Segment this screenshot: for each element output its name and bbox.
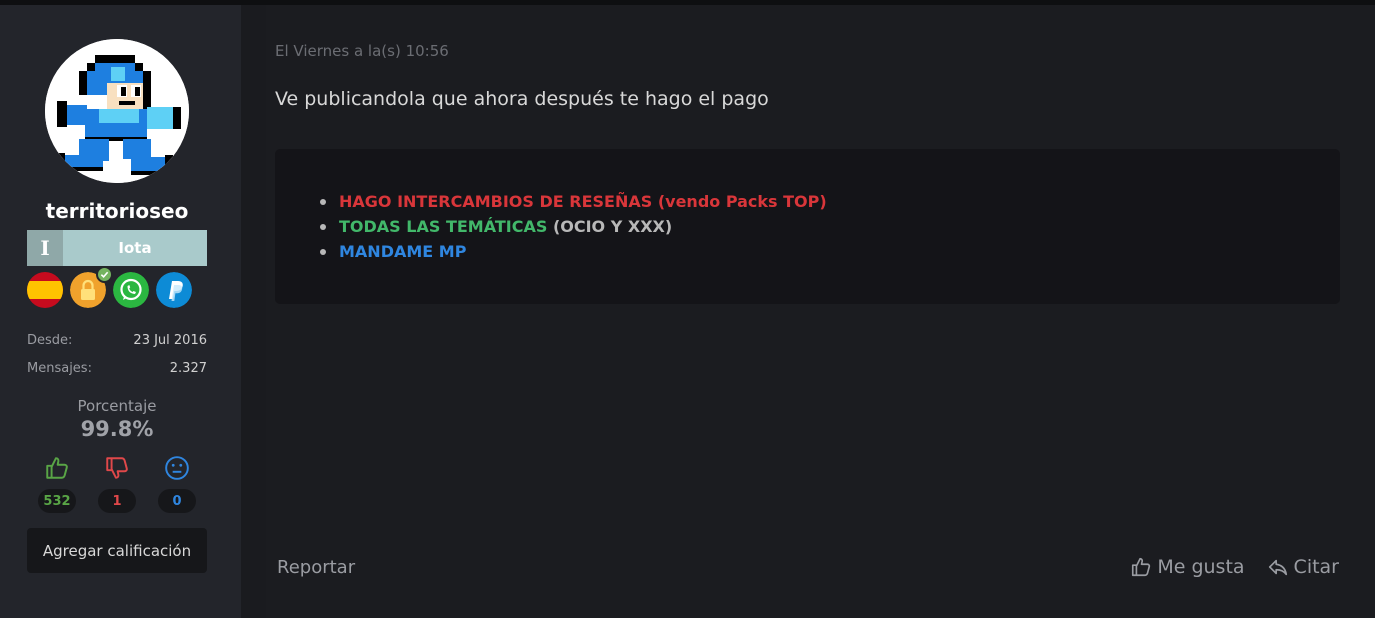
report-link[interactable]: Reportar [277, 557, 355, 578]
positive-rating[interactable]: 532 [37, 455, 77, 513]
post-actions: Me gusta Citar [1130, 556, 1339, 578]
stat-messages-label: Mensajes: [27, 361, 92, 376]
whatsapp-icon[interactable] [113, 272, 149, 308]
stat-messages: Mensajes: 2.327 [27, 361, 207, 381]
avatar-image [45, 39, 189, 183]
stat-joined-label: Desde: [27, 333, 73, 348]
signature-line-3-text: MANDAME MP [339, 242, 467, 261]
signature-line-2-gray: (OCIO Y XXX) [547, 217, 673, 236]
signature-line-1: HAGO INTERCAMBIOS DE RESEÑAS (vendo Pack… [320, 189, 827, 214]
rank-name: Iota [63, 230, 207, 266]
paypal-icon[interactable] [156, 272, 192, 308]
thumbs-up-icon [46, 457, 68, 479]
quote-label: Citar [1293, 556, 1339, 578]
add-rating-button[interactable]: Agregar calificación [27, 528, 207, 573]
neutral-face-icon [165, 456, 189, 480]
like-label: Me gusta [1157, 556, 1245, 578]
negative-count: 1 [98, 489, 136, 513]
negative-rating[interactable]: 1 [97, 455, 137, 513]
neutral-rating[interactable]: 0 [157, 455, 197, 513]
positive-count: 532 [38, 489, 76, 513]
signature-line-2-green: TODAS LAS TEMÁTICAS [339, 217, 548, 236]
signature-line-2: TODAS LAS TEMÁTICAS (OCIO Y XXX) [320, 214, 827, 239]
post-message: Ve publicandola que ahora después te hag… [275, 88, 769, 110]
thumbs-down-icon [106, 457, 128, 479]
signature-line-1-text: HAGO INTERCAMBIOS DE RESEÑAS (vendo Pack… [339, 192, 827, 211]
percentage-value: 99.8% [80, 417, 154, 441]
user-badges [27, 266, 192, 308]
lock-verified-icon[interactable] [70, 266, 113, 308]
reply-arrow-icon [1268, 559, 1287, 576]
avatar[interactable] [45, 39, 189, 183]
verified-check-icon [96, 266, 113, 283]
stat-joined: Desde: 23 Jul 2016 [27, 333, 207, 353]
username[interactable]: territorioseo [0, 199, 234, 223]
rank-banner: I Iota [27, 230, 207, 266]
quote-button[interactable]: Citar [1267, 556, 1339, 578]
stat-joined-value: 23 Jul 2016 [133, 333, 207, 348]
percentage-label: Porcentaje [77, 397, 157, 415]
gutter [241, 5, 266, 618]
thumbs-up-icon [1132, 557, 1151, 577]
signature-line-3: MANDAME MP [320, 239, 827, 264]
rank-letter: I [27, 230, 63, 266]
signature-list: HAGO INTERCAMBIOS DE RESEÑAS (vendo Pack… [320, 189, 827, 264]
post-date[interactable]: El Viernes a la(s) 10:56 [275, 42, 449, 60]
neutral-count: 0 [158, 489, 196, 513]
like-button[interactable]: Me gusta [1130, 556, 1245, 578]
spain-flag-icon[interactable] [27, 272, 63, 308]
signature-box: HAGO INTERCAMBIOS DE RESEÑAS (vendo Pack… [275, 149, 1340, 304]
stat-messages-value: 2.327 [169, 361, 207, 376]
